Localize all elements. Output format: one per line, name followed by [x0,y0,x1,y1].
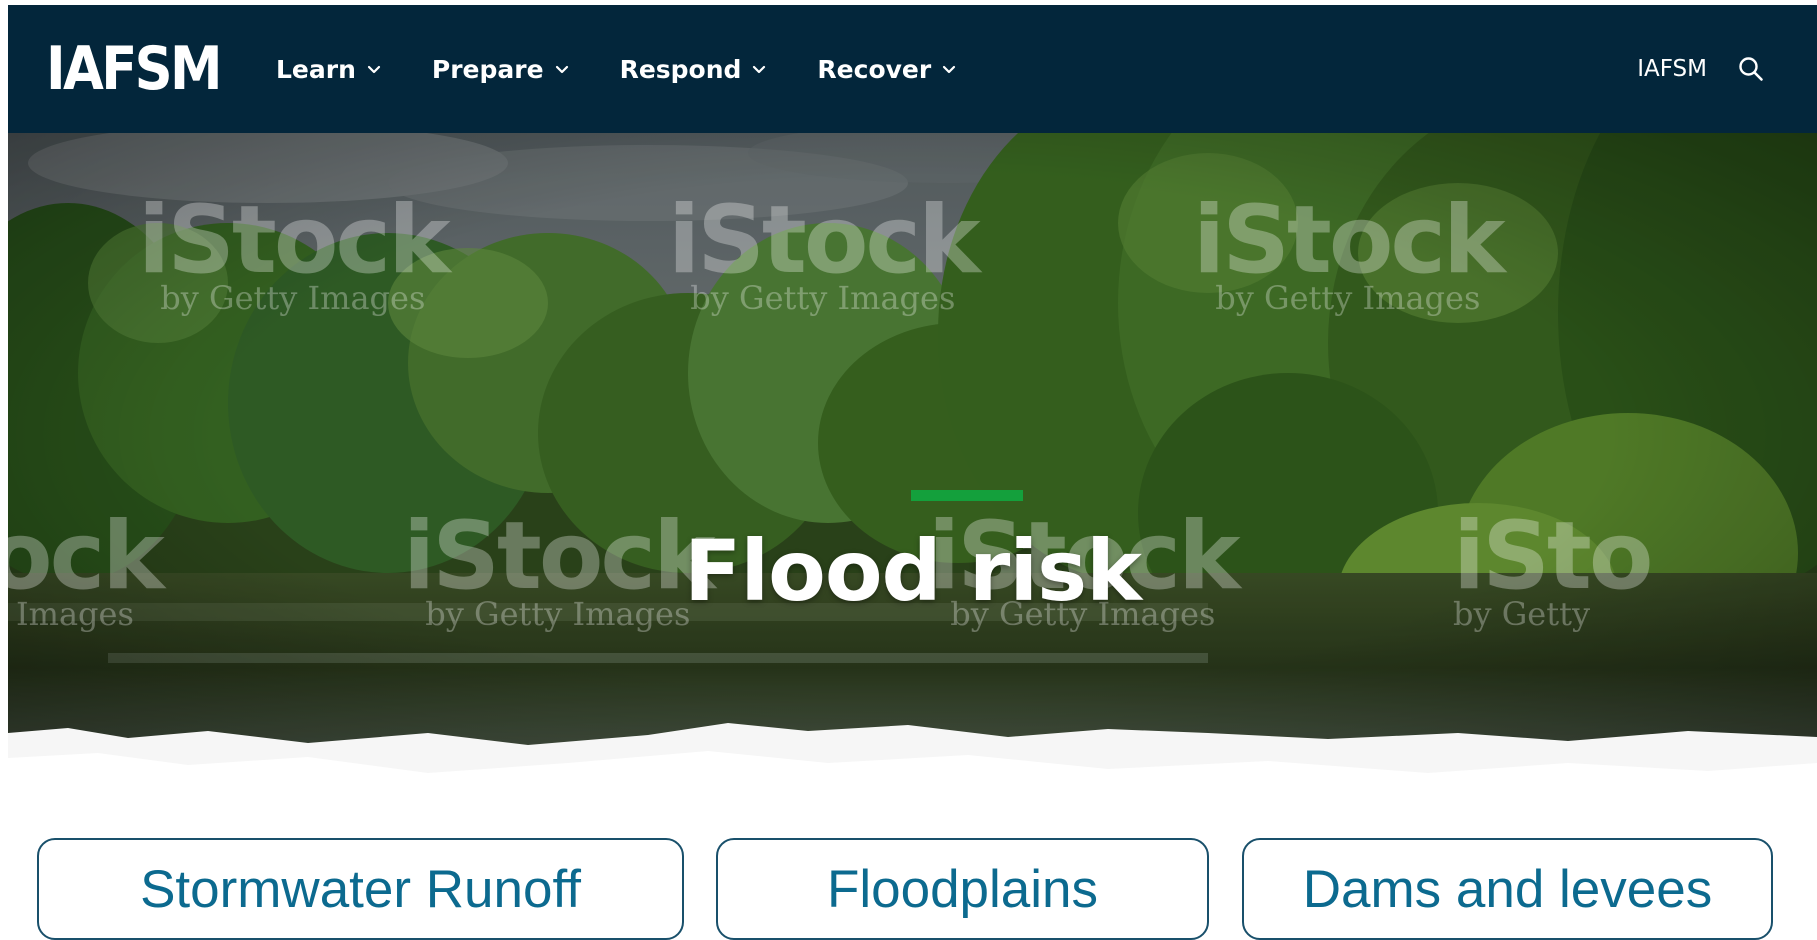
nav-item-respond[interactable]: Respond [620,55,768,84]
chevron-down-icon [555,65,568,74]
nav-item-learn[interactable]: Learn [276,55,382,84]
site-header: IAFSM Learn Prepare Respond Recover IAFS… [8,5,1817,133]
stormwater-runoff-button[interactable]: Stormwater Runoff [37,838,684,940]
watermark: iStock by Getty Images [138,186,451,317]
watermark: iStock by Getty Images [668,186,981,317]
nav-item-label: Respond [619,54,742,84]
watermark: iStock by Getty Images [1193,186,1506,317]
header-utilities: IAFSM [1637,5,1765,133]
nav-item-label: Prepare [431,54,544,84]
floodplains-button[interactable]: Floodplains [716,838,1209,940]
watermark-subtext: by Getty Images [160,279,426,317]
watermark-text: iStock [668,186,981,295]
chevron-down-icon [367,65,380,74]
search-icon[interactable] [1737,55,1765,83]
chevron-down-icon [753,65,766,74]
org-link[interactable]: IAFSM [1637,56,1707,82]
nav-item-label: Learn [276,54,356,84]
watermark-subtext: by Getty Images [1215,279,1481,317]
topic-button-label: Dams and levees [1302,860,1713,919]
dams-and-levees-button[interactable]: Dams and levees [1242,838,1773,940]
watermark-text: iStock [1193,186,1506,295]
main-nav: Learn Prepare Respond Recover [276,5,957,133]
site-logo[interactable]: IAFSM [46,35,223,103]
watermark-subtext: by Getty Images [690,279,956,317]
nav-item-recover[interactable]: Recover [817,55,957,84]
hero-banner: iStock by Getty Images iStock by Getty I… [8,133,1817,803]
topic-button-label: Stormwater Runoff [140,860,581,919]
nav-item-label: Recover [817,54,932,84]
nav-item-prepare[interactable]: Prepare [432,55,570,84]
watermark-text: iStock [138,186,451,295]
topic-button-label: Floodplains [826,860,1099,919]
page-title: Flood risk [683,522,1142,621]
chevron-down-icon [943,65,956,74]
title-accent-bar [911,490,1023,501]
